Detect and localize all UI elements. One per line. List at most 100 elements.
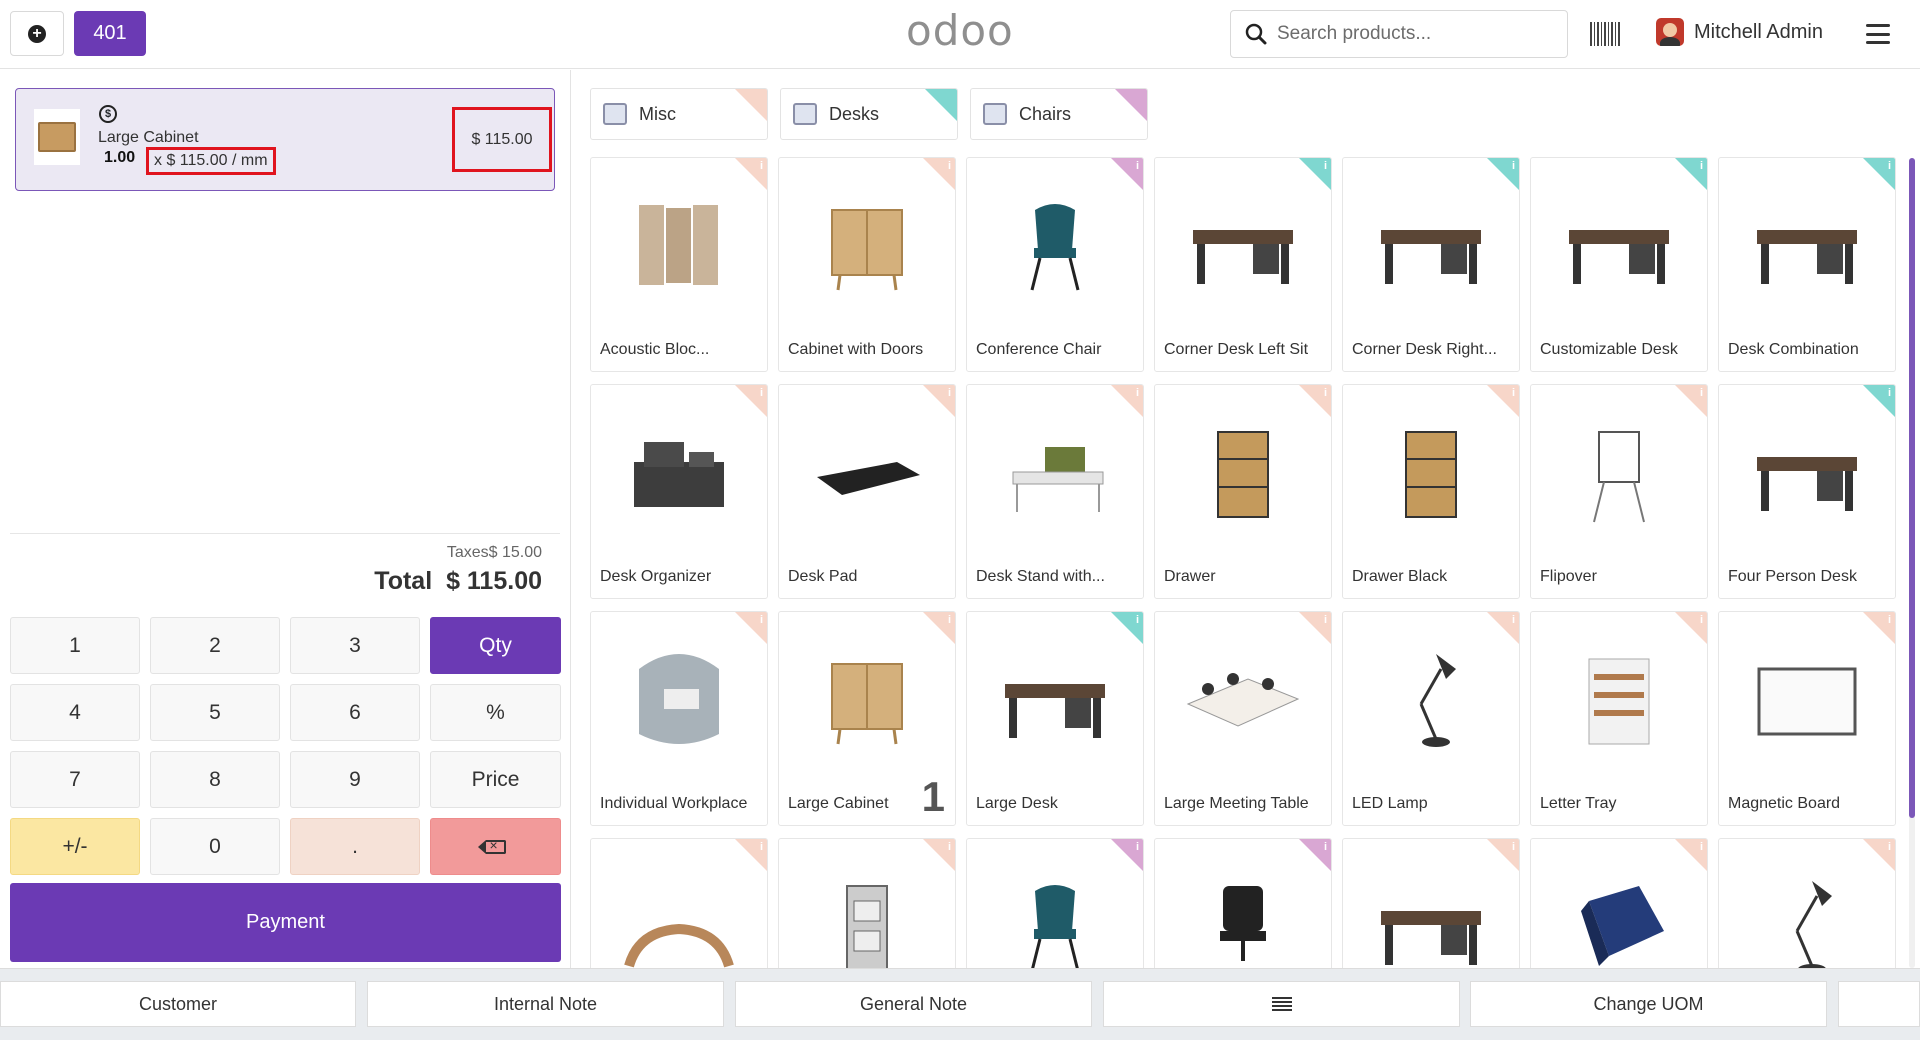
price-mode-button[interactable]: Price [430, 751, 561, 808]
product-card[interactable]: i Desk Stand with... [966, 384, 1144, 599]
numpad-key-3[interactable]: 3 [290, 617, 420, 674]
search-box[interactable] [1230, 10, 1568, 58]
hamburger-menu-icon[interactable] [1866, 24, 1890, 44]
product-card[interactable]: i Letter Tray [1530, 611, 1708, 826]
product-card[interactable]: i [1342, 838, 1520, 968]
overflow-button[interactable] [1838, 981, 1920, 1027]
product-info-icon[interactable]: i [1700, 614, 1703, 626]
product-info-icon[interactable]: i [1888, 614, 1891, 626]
customer-button[interactable]: Customer [0, 981, 356, 1027]
qty-mode-button[interactable]: Qty [430, 617, 561, 674]
change-uom-button[interactable]: Change UOM [1470, 981, 1827, 1027]
product-card[interactable]: i Conference Chair [966, 157, 1144, 372]
product-card[interactable]: i Individual Workplace [590, 611, 768, 826]
product-card[interactable]: i Drawer [1154, 384, 1332, 599]
product-info-icon[interactable]: i [948, 160, 951, 172]
plus-minus-button[interactable]: +/- [10, 818, 140, 875]
product-card[interactable]: i Desk Combination [1718, 157, 1896, 372]
product-card[interactable]: i Acoustic Bloc... [590, 157, 768, 372]
product-card[interactable]: i Large Cabinet 1 [778, 611, 956, 826]
product-info-icon[interactable]: i [1324, 387, 1327, 399]
scrollbar[interactable] [1909, 158, 1915, 968]
product-screen: Misc Desks Chairs i Acoustic Bloc... i Cabi… [572, 70, 1920, 968]
discount-mode-button[interactable]: % [430, 684, 561, 741]
order-line[interactable]: $ Large Cabinet 1.00 x $ 115.00 / mm $ 1… [15, 88, 555, 191]
product-card[interactable]: i Large Meeting Table [1154, 611, 1332, 826]
product-info-icon[interactable]: i [760, 614, 763, 626]
order-line-product: Large Cabinet [98, 129, 199, 146]
cabinet-icon [789, 624, 945, 774]
product-info-icon[interactable]: i [1700, 841, 1703, 853]
product-card[interactable]: i [778, 838, 956, 968]
payment-button[interactable]: Payment [10, 883, 561, 962]
numpad-key-7[interactable]: 7 [10, 751, 140, 808]
product-info-icon[interactable]: i [1512, 841, 1515, 853]
numpad-key-2[interactable]: 2 [150, 617, 280, 674]
numpad-key-8[interactable]: 8 [150, 751, 280, 808]
product-info-icon[interactable]: i [760, 160, 763, 172]
product-card[interactable]: i Large Desk [966, 611, 1144, 826]
new-order-button[interactable]: + [10, 11, 64, 56]
backspace-icon [477, 837, 506, 854]
product-card[interactable]: i Customizable Desk [1530, 157, 1708, 372]
product-info-icon[interactable]: i [1888, 387, 1891, 399]
numpad-key-4[interactable]: 4 [10, 684, 140, 741]
product-quantity-badge: 1 [921, 773, 945, 820]
product-info-icon[interactable]: i [948, 614, 951, 626]
product-info-icon[interactable]: i [1324, 614, 1327, 626]
numpad-key-1[interactable]: 1 [10, 617, 140, 674]
product-info-icon[interactable]: i [1136, 841, 1139, 853]
numpad-key-5[interactable]: 5 [150, 684, 280, 741]
product-info-icon[interactable]: i [1136, 387, 1139, 399]
product-card[interactable]: i Cabinet with Doors [778, 157, 956, 372]
product-info-icon[interactable]: i [760, 841, 763, 853]
order-tab[interactable]: 401 [74, 11, 146, 56]
product-card[interactable]: i Magnetic Board [1718, 611, 1896, 826]
product-info-icon[interactable]: i [1888, 160, 1891, 172]
backspace-button[interactable] [430, 818, 561, 875]
more-actions-button[interactable] [1103, 981, 1460, 1027]
product-card[interactable]: i [1718, 838, 1896, 968]
internal-note-button[interactable]: Internal Note [367, 981, 724, 1027]
product-info-icon[interactable]: i [1700, 160, 1703, 172]
user-menu[interactable]: Mitchell Admin [1656, 18, 1823, 46]
numpad-key-6[interactable]: 6 [290, 684, 420, 741]
product-card[interactable]: i Corner Desk Left Sit [1154, 157, 1332, 372]
product-info-icon[interactable]: i [1512, 387, 1515, 399]
category-misc[interactable]: Misc [590, 88, 768, 140]
product-card[interactable]: i Flipover [1530, 384, 1708, 599]
search-input[interactable] [1277, 23, 1547, 45]
product-card[interactable]: i [1154, 838, 1332, 968]
scrollbar-thumb[interactable] [1909, 158, 1915, 818]
product-card[interactable]: i Drawer Black [1342, 384, 1520, 599]
product-info-icon[interactable]: i [1324, 841, 1327, 853]
product-info-icon[interactable]: i [1512, 160, 1515, 172]
barcode-icon[interactable] [1590, 22, 1620, 46]
product-card[interactable]: i Desk Organizer [590, 384, 768, 599]
numpad-key-9[interactable]: 9 [290, 751, 420, 808]
numpad-key-0[interactable]: 0 [150, 818, 280, 875]
product-info-icon[interactable]: i [1136, 160, 1139, 172]
category-chairs[interactable]: Chairs [970, 88, 1148, 140]
product-info-icon[interactable]: i [948, 841, 951, 853]
product-card[interactable]: i Desk Pad [778, 384, 956, 599]
product-info-icon[interactable]: i [1512, 614, 1515, 626]
product-card[interactable]: i [966, 838, 1144, 968]
cabinet-icon [789, 170, 945, 320]
product-info-icon[interactable]: i [760, 387, 763, 399]
product-card[interactable]: i Corner Desk Right... [1342, 157, 1520, 372]
product-info-icon[interactable]: i [1136, 614, 1139, 626]
product-info-icon[interactable]: i [1324, 160, 1327, 172]
product-card[interactable]: i Four Person Desk [1718, 384, 1896, 599]
category-desks[interactable]: Desks [780, 88, 958, 140]
product-card[interactable]: i [590, 838, 768, 968]
product-card[interactable]: i LED Lamp [1342, 611, 1520, 826]
category-label: Misc [639, 103, 676, 124]
product-info-icon[interactable]: i [948, 387, 951, 399]
decimal-point-button[interactable]: . [290, 818, 420, 875]
general-note-button[interactable]: General Note [735, 981, 1092, 1027]
product-grid: i Acoustic Bloc... i Cabinet with Doors i Con… [590, 157, 1896, 968]
product-info-icon[interactable]: i [1700, 387, 1703, 399]
product-card[interactable]: i [1530, 838, 1708, 968]
product-info-icon[interactable]: i [1888, 841, 1891, 853]
